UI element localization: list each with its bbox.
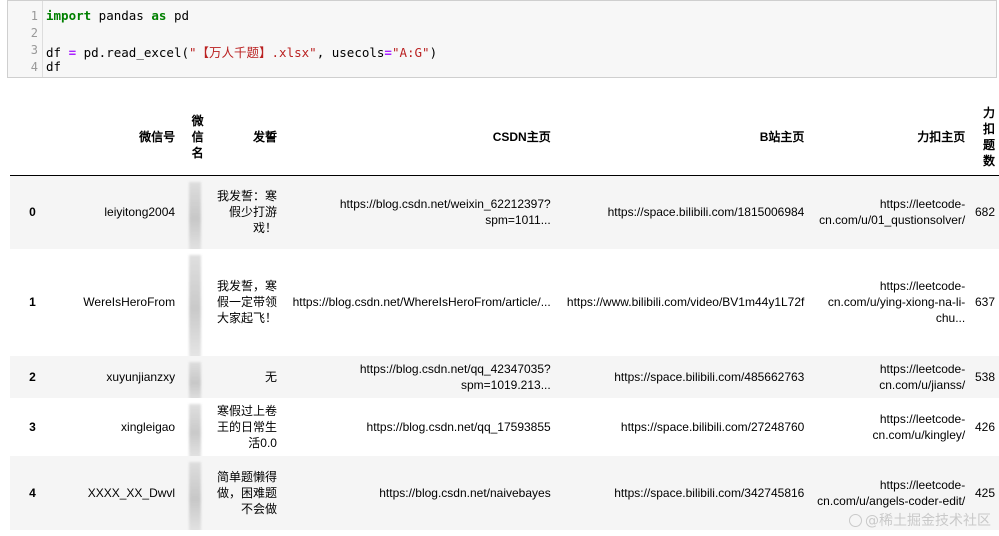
cell-wechat-id: WereIsHeroFrom	[83, 295, 176, 309]
row-index: 1	[29, 295, 36, 309]
column-header-wechat-id: 微信号	[55, 100, 180, 176]
operator: =	[384, 45, 392, 60]
line-number: 2	[30, 26, 38, 40]
table-header-row: 微信号 微信名 发誓 CSDN主页 B站主页 力扣主页 力扣题数	[10, 100, 999, 176]
cell-csdn: https://blog.csdn.net/weixin_62212397?sp…	[339, 197, 551, 227]
column-header-wechat-name: 微信名	[179, 100, 208, 176]
code-text: pd.read_excel(	[76, 45, 189, 60]
string-literal: "A:G"	[391, 45, 430, 60]
cell-oath: 无	[264, 369, 277, 384]
table-row: 1 WereIsHeroFrom 我发誓，寒假一定带领大家起飞！ https:/…	[10, 248, 999, 356]
keyword-as: as	[151, 8, 167, 23]
redacted-blur	[189, 361, 202, 398]
cell-leetcode: https://leetcode-cn.com/u/jianss/	[879, 361, 966, 392]
cell-oath: 简单题懒得做，困难题不会做	[216, 469, 277, 516]
cell-count: 637	[974, 295, 995, 309]
watermark: @稀土掘金技术社区	[849, 510, 991, 530]
cell-bilibili: https://space.bilibili.com/27248760	[620, 419, 805, 434]
cell-leetcode: https://leetcode-cn.com/u/kingley/	[872, 411, 966, 442]
watermark-text: @稀土掘金技术社区	[865, 513, 991, 529]
table-row: 0 leiyitong2004 我发誓：寒假少打游戏！ https://blog…	[10, 175, 999, 249]
column-header-bilibili: B站主页	[554, 100, 809, 176]
cell-count: 538	[974, 369, 995, 384]
code-text: df	[46, 45, 69, 60]
cell-wechat-id: xuyunjianzxy	[106, 369, 176, 384]
cell-bilibili: https://space.bilibili.com/1815006984	[607, 205, 805, 219]
code-text: )	[429, 45, 438, 60]
cell-wechat-name-redacted	[179, 398, 208, 456]
cell-wechat-id: XXXX_XX_Dwvl	[87, 485, 176, 500]
table-row: 2 xuyunjianzxy 无 https://blog.csdn.net/q…	[10, 355, 999, 398]
cell-wechat-name-redacted	[179, 249, 208, 356]
redacted-blur	[189, 181, 202, 249]
cell-count: 682	[974, 205, 995, 219]
row-index: 2	[29, 369, 36, 384]
code-text: pandas	[91, 8, 152, 23]
index-header	[10, 100, 56, 176]
code-text: pd	[166, 8, 190, 23]
keyword-import: import	[46, 8, 92, 23]
row-index: 4	[29, 485, 36, 500]
cell-bilibili: https://space.bilibili.com/485662763	[614, 369, 805, 384]
line-number: 3	[30, 43, 38, 57]
line-number: 1	[30, 9, 38, 23]
cell-wechat-id: xingleigao	[121, 419, 176, 434]
table-row: 3 xingleigao 寒假过上卷王的日常生活0.0 https://blog…	[10, 397, 999, 456]
redacted-blur	[189, 461, 202, 530]
column-header-oath: 发誓	[207, 100, 281, 176]
cell-oath: 我发誓，寒假一定带领大家起飞！	[216, 279, 277, 325]
at-sign-icon	[849, 514, 862, 527]
cell-bilibili: https://www.bilibili.com/video/BV1m44y1L…	[566, 295, 805, 309]
dataframe-output: 微信号 微信名 发誓 CSDN主页 B站主页 力扣主页 力扣题数 0 leiyi…	[10, 100, 999, 530]
cell-csdn: https://blog.csdn.net/naivebayes	[379, 485, 551, 500]
row-index: 0	[29, 205, 36, 219]
cell-wechat-name-redacted	[179, 356, 208, 398]
cell-leetcode: https://leetcode-cn.com/u/ying-xiong-na-…	[827, 279, 966, 325]
column-header-leetcode-count: 力扣题数	[969, 100, 999, 176]
cell-wechat-name-redacted	[179, 175, 208, 249]
cell-oath: 寒假过上卷王的日常生活0.0	[216, 403, 277, 450]
row-index: 3	[29, 419, 36, 434]
line-number: 4	[30, 60, 38, 74]
code-line-4[interactable]: df	[46, 59, 61, 74]
operator: =	[68, 45, 77, 60]
cell-oath: 我发誓：寒假少打游戏！	[216, 189, 277, 235]
column-header-csdn: CSDN主页	[280, 100, 555, 176]
cell-wechat-id: leiyitong2004	[104, 205, 176, 219]
cell-leetcode: https://leetcode-cn.com/u/01_qustionsolv…	[819, 197, 966, 227]
code-text: , usecols	[316, 45, 385, 60]
cell-csdn: https://blog.csdn.net/qq_17593855	[366, 419, 551, 434]
cell-count: 426	[974, 419, 995, 434]
redacted-blur	[189, 254, 202, 356]
redacted-blur	[189, 403, 202, 456]
code-line-3[interactable]: df = pd.read_excel("【万人千题】.xlsx", usecol…	[46, 42, 437, 61]
cell-csdn: https://blog.csdn.net/qq_42347035?spm=10…	[359, 361, 551, 392]
code-cell[interactable]: 1 2 3 4 import pandas as pd df = pd.read…	[7, 0, 997, 78]
cell-bilibili: https://space.bilibili.com/342745816	[614, 485, 805, 500]
line-number-gutter: 1 2 3 4	[8, 1, 43, 77]
code-line-1[interactable]: import pandas as pd	[46, 8, 189, 23]
cell-wechat-name-redacted	[179, 456, 208, 530]
string-literal: "【万人千题】.xlsx"	[189, 45, 317, 60]
cell-csdn: https://blog.csdn.net/WhereIsHeroFrom/ar…	[292, 295, 551, 309]
column-header-leetcode: 力扣主页	[808, 100, 970, 176]
